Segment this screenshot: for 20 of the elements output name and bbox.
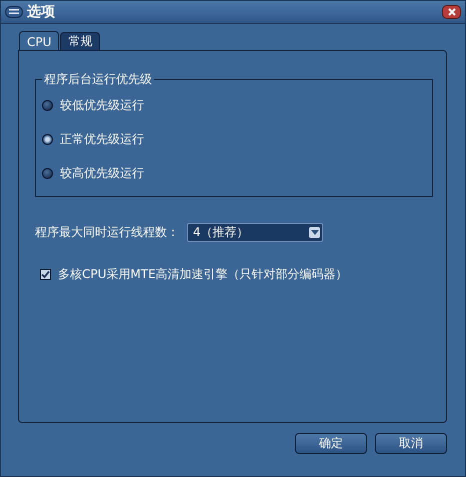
dialog-button[interactable]: 取消 — [375, 433, 447, 454]
close-icon[interactable] — [448, 8, 456, 16]
radio-button[interactable] — [42, 134, 53, 144]
checkbox[interactable] — [40, 269, 51, 280]
tab[interactable]: CPU — [19, 31, 60, 51]
radio-button[interactable] — [42, 168, 53, 178]
menu-icon[interactable] — [5, 6, 23, 18]
checkbox-label[interactable]: 多核CPU采用MTE高清加速引擎（只针对部分编码器） — [58, 266, 348, 283]
threads-label: 程序最大同时运行线程数： — [35, 224, 179, 241]
tab[interactable]: 常规 — [60, 32, 100, 50]
radio-button[interactable] — [42, 100, 53, 110]
radio-label[interactable]: 正常优先级运行 — [60, 130, 144, 148]
window-title: 选项 — [27, 3, 56, 21]
dialog-button[interactable]: 确定 — [295, 433, 367, 454]
group-title: 程序后台运行优先级 — [43, 71, 153, 88]
threads-dropdown[interactable]: 4（推荐） — [187, 223, 323, 242]
radio-label[interactable]: 较高优先级运行 — [60, 164, 144, 182]
close-button[interactable] — [442, 5, 461, 19]
caret-icon[interactable] — [310, 230, 318, 235]
radio-label[interactable]: 较低优先级运行 — [60, 96, 144, 114]
